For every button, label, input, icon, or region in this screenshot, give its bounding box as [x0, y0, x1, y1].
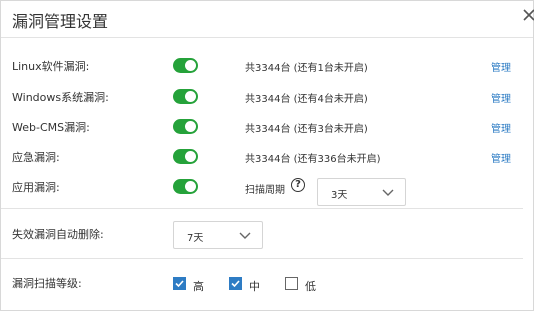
- windows-vuln-toggle[interactable]: [173, 89, 198, 104]
- scan-level-row: 漏洞扫描等级:: [1, 271, 533, 295]
- scan-period-select[interactable]: 3天: [317, 178, 406, 206]
- vuln-row-label: Linux软件漏洞:: [12, 60, 90, 73]
- application-vuln-toggle[interactable]: [173, 179, 198, 194]
- checkbox-low[interactable]: [285, 277, 298, 290]
- vuln-row-windows: Windows系统漏洞: 共3344台 (还有4台未开启) 管理: [1, 85, 533, 109]
- vuln-row-label: 应用漏洞:: [12, 181, 60, 194]
- host-count-text: 共3344台 (还有1台未开启): [245, 63, 368, 74]
- dialog-title: 漏洞管理设置: [12, 12, 109, 31]
- vuln-settings-dialog: 漏洞管理设置 Linux软件漏洞: 共3344台 (还有1台未开启) 管理 Wi…: [0, 0, 534, 311]
- dialog-header: 漏洞管理设置: [1, 1, 533, 38]
- vuln-row-application: 应用漏洞: 扫描周期 ?: [1, 175, 533, 199]
- vuln-row-label: Windows系统漏洞:: [12, 91, 109, 104]
- auto-delete-select[interactable]: 7天: [173, 221, 263, 249]
- section-divider: [1, 258, 523, 259]
- toggle-knob: [185, 91, 196, 102]
- chevron-down-icon: [239, 232, 251, 239]
- toggle-knob: [185, 151, 196, 162]
- toggle-knob: [185, 121, 196, 132]
- manage-link[interactable]: 管理: [491, 59, 511, 74]
- emergency-vuln-toggle[interactable]: [173, 149, 198, 164]
- auto-delete-label: 失效漏洞自动删除:: [12, 228, 104, 241]
- manage-link[interactable]: 管理: [491, 150, 511, 165]
- manage-link[interactable]: 管理: [491, 120, 511, 135]
- scan-period-value: 3天: [331, 190, 348, 201]
- toggle-knob: [185, 60, 196, 71]
- auto-delete-row: 失效漏洞自动删除:: [1, 222, 533, 246]
- checkbox-low-label: 低: [305, 280, 316, 293]
- scan-period-label: 扫描周期: [245, 185, 285, 196]
- host-count-text: 共3344台 (还有3台未开启): [245, 124, 368, 135]
- linux-vuln-toggle[interactable]: [173, 58, 198, 73]
- checkbox-medium-label: 中: [249, 280, 260, 293]
- vuln-row-emergency: 应急漏洞: 共3344台 (还有336台未开启) 管理: [1, 145, 533, 169]
- host-count-text: 共3344台 (还有4台未开启): [245, 94, 368, 105]
- toggle-knob: [185, 181, 196, 192]
- vuln-row-webcms: Web-CMS漏洞: 共3344台 (还有3台未开启) 管理: [1, 115, 533, 139]
- auto-delete-value: 7天: [187, 233, 204, 244]
- checkmark-icon: [231, 280, 240, 288]
- question-circle-icon[interactable]: ?: [291, 178, 305, 192]
- vuln-row-linux: Linux软件漏洞: 共3344台 (还有1台未开启) 管理: [1, 54, 533, 78]
- vuln-row-label: 应急漏洞:: [12, 151, 60, 164]
- checkbox-medium[interactable]: [229, 277, 242, 290]
- scan-level-label: 漏洞扫描等级:: [12, 277, 82, 290]
- manage-link[interactable]: 管理: [491, 90, 511, 105]
- checkbox-high-label: 高: [193, 280, 204, 293]
- webcms-vuln-toggle[interactable]: [173, 119, 198, 134]
- host-count-text: 共3344台 (还有336台未开启): [245, 154, 381, 165]
- chevron-down-icon: [382, 189, 394, 196]
- close-icon[interactable]: [522, 8, 534, 24]
- vuln-row-label: Web-CMS漏洞:: [12, 121, 90, 134]
- checkbox-high[interactable]: [173, 277, 186, 290]
- checkmark-icon: [175, 280, 184, 288]
- section-divider: [1, 208, 523, 209]
